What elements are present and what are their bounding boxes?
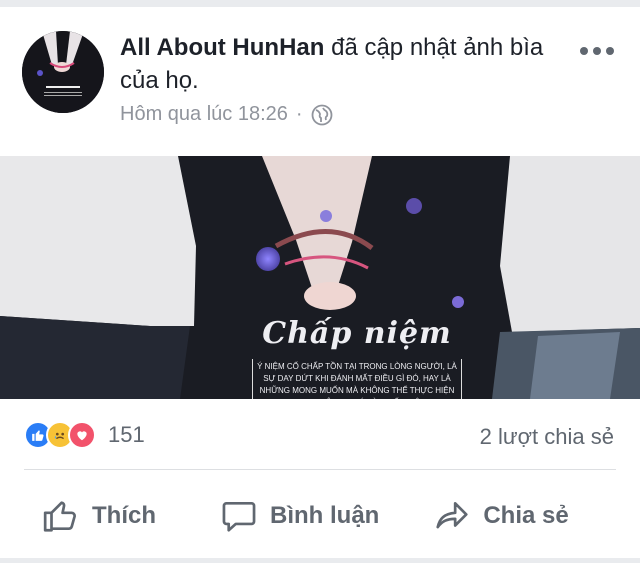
- post-timestamp[interactable]: Hôm qua lúc 18:26: [120, 103, 288, 126]
- thumbs-up-icon: [43, 501, 76, 532]
- post-header: All About HunHan đã cập nhật ảnh bìa của…: [120, 31, 560, 97]
- reactions-summary[interactable]: 151: [24, 421, 145, 449]
- more-dot: [606, 47, 614, 55]
- more-dot: [593, 47, 601, 55]
- cover-title: Chấp niệm: [262, 316, 452, 351]
- comment-icon: [222, 501, 256, 532]
- author-name[interactable]: All About HunHan: [120, 34, 324, 61]
- reaction-count: 151: [108, 422, 145, 447]
- avatar-image: [22, 31, 104, 113]
- love-reaction-icon: [68, 421, 96, 449]
- share-label: Chia sẻ: [483, 502, 569, 529]
- cover-caption: Ý NIỆM CỐ CHẤP TỒN TẠI TRONG LÒNG NGƯỜI,…: [252, 359, 462, 399]
- like-button[interactable]: Thích: [42, 497, 156, 535]
- post-actions-bar: Thích Bình luận Chia sẻ: [0, 497, 640, 535]
- comment-button[interactable]: Bình luận: [220, 497, 379, 535]
- like-label: Thích: [92, 502, 156, 529]
- share-button[interactable]: Chia sẻ: [433, 497, 569, 535]
- cover-text-block: Chấp niệm Ý NIỆM CỐ CHẤP TỒN TẠI TRONG L…: [252, 317, 462, 399]
- share-icon: [436, 501, 468, 529]
- globe-icon: [311, 104, 332, 125]
- actions-divider: [24, 469, 616, 470]
- more-options-button[interactable]: [580, 41, 620, 61]
- comment-label: Bình luận: [270, 502, 380, 529]
- cover-photo[interactable]: Chấp niệm Ý NIỆM CỐ CHẤP TỒN TẠI TRONG L…: [0, 156, 640, 399]
- share-count[interactable]: 2 lượt chia sẻ: [480, 424, 614, 450]
- post-meta: Hôm qua lúc 18:26 ·: [120, 103, 333, 126]
- page-avatar[interactable]: [22, 31, 104, 113]
- more-dot: [580, 47, 588, 55]
- post-card: All About HunHan đã cập nhật ảnh bìa của…: [0, 7, 640, 558]
- meta-separator: ·: [295, 103, 303, 125]
